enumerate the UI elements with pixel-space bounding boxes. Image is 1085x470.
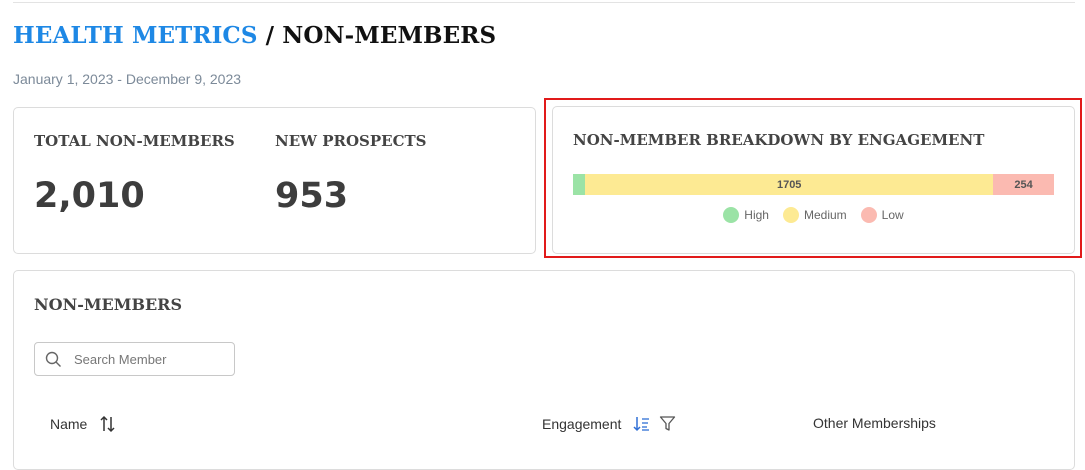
breadcrumb-separator: / bbox=[257, 22, 283, 49]
column-engagement-label: Engagement bbox=[542, 415, 622, 432]
column-header-name: Name bbox=[50, 415, 117, 433]
column-name-label: Name bbox=[50, 416, 88, 432]
filter-icon[interactable] bbox=[659, 415, 676, 432]
non-members-table-card: NON-MEMBERS Name Engagement bbox=[13, 270, 1075, 470]
total-non-members-value: 2,010 bbox=[34, 176, 145, 216]
column-other-memberships-label: Other Memberships bbox=[813, 415, 936, 431]
highlight-box bbox=[544, 98, 1082, 258]
sort-descending-icon[interactable] bbox=[633, 416, 651, 432]
search-input[interactable] bbox=[72, 350, 226, 368]
stats-card: TOTAL NON-MEMBERS 2,010 NEW PROSPECTS 95… bbox=[13, 107, 536, 254]
column-header-engagement: Engagement bbox=[542, 415, 676, 432]
page-title: HEALTH METRICS / NON-MEMBERS bbox=[13, 22, 496, 49]
date-range: January 1, 2023 - December 9, 2023 bbox=[13, 71, 242, 87]
top-divider bbox=[13, 2, 1075, 3]
search-icon bbox=[45, 351, 61, 367]
breadcrumb-health-metrics[interactable]: HEALTH METRICS bbox=[13, 22, 258, 49]
total-non-members-label: TOTAL NON-MEMBERS bbox=[34, 132, 235, 150]
table-title: NON-MEMBERS bbox=[34, 295, 183, 314]
sort-icon[interactable] bbox=[99, 415, 117, 433]
new-prospects-value: 953 bbox=[275, 176, 349, 216]
search-box[interactable] bbox=[34, 342, 235, 376]
column-header-other-memberships: Other Memberships bbox=[813, 415, 936, 431]
new-prospects-label: NEW PROSPECTS bbox=[275, 132, 427, 150]
breadcrumb-current: NON-MEMBERS bbox=[282, 22, 497, 49]
